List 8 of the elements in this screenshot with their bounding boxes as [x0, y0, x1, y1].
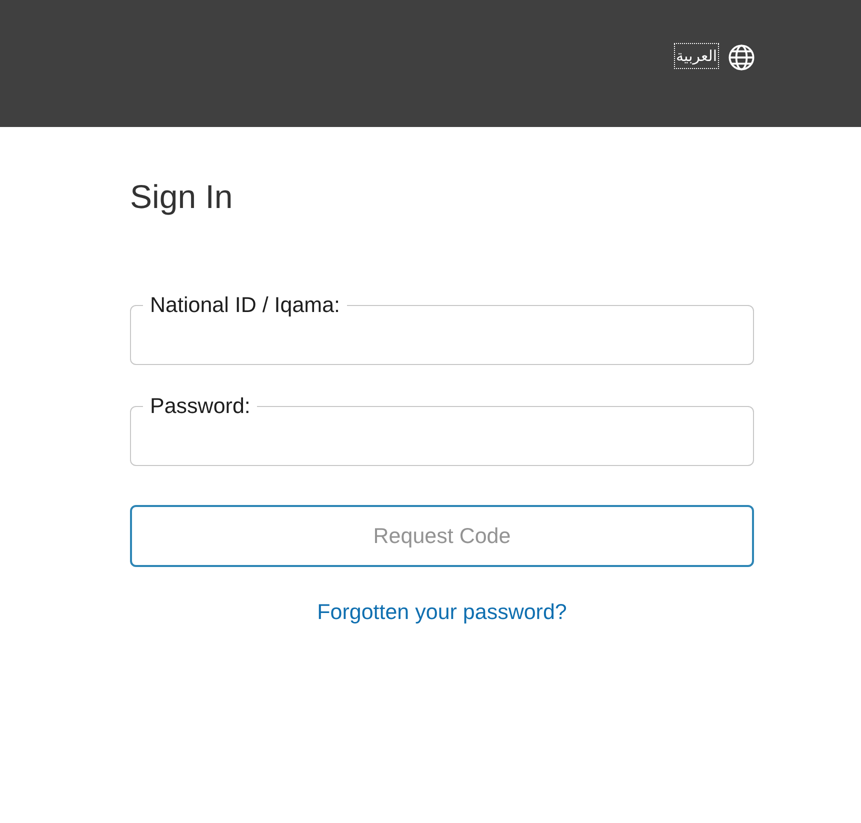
field-label: National ID / Iqama:: [149, 293, 342, 317]
input-field[interactable]: National ID / Iqama:: [130, 293, 754, 365]
forgot-password-link[interactable]: Forgotten your password?: [317, 599, 567, 625]
globe-icon[interactable]: [728, 44, 755, 71]
field-label: Password:: [149, 394, 252, 418]
input-field[interactable]: Password:: [130, 394, 754, 466]
page-title: Sign In: [130, 177, 234, 217]
language-link[interactable]: العربية: [675, 44, 718, 68]
